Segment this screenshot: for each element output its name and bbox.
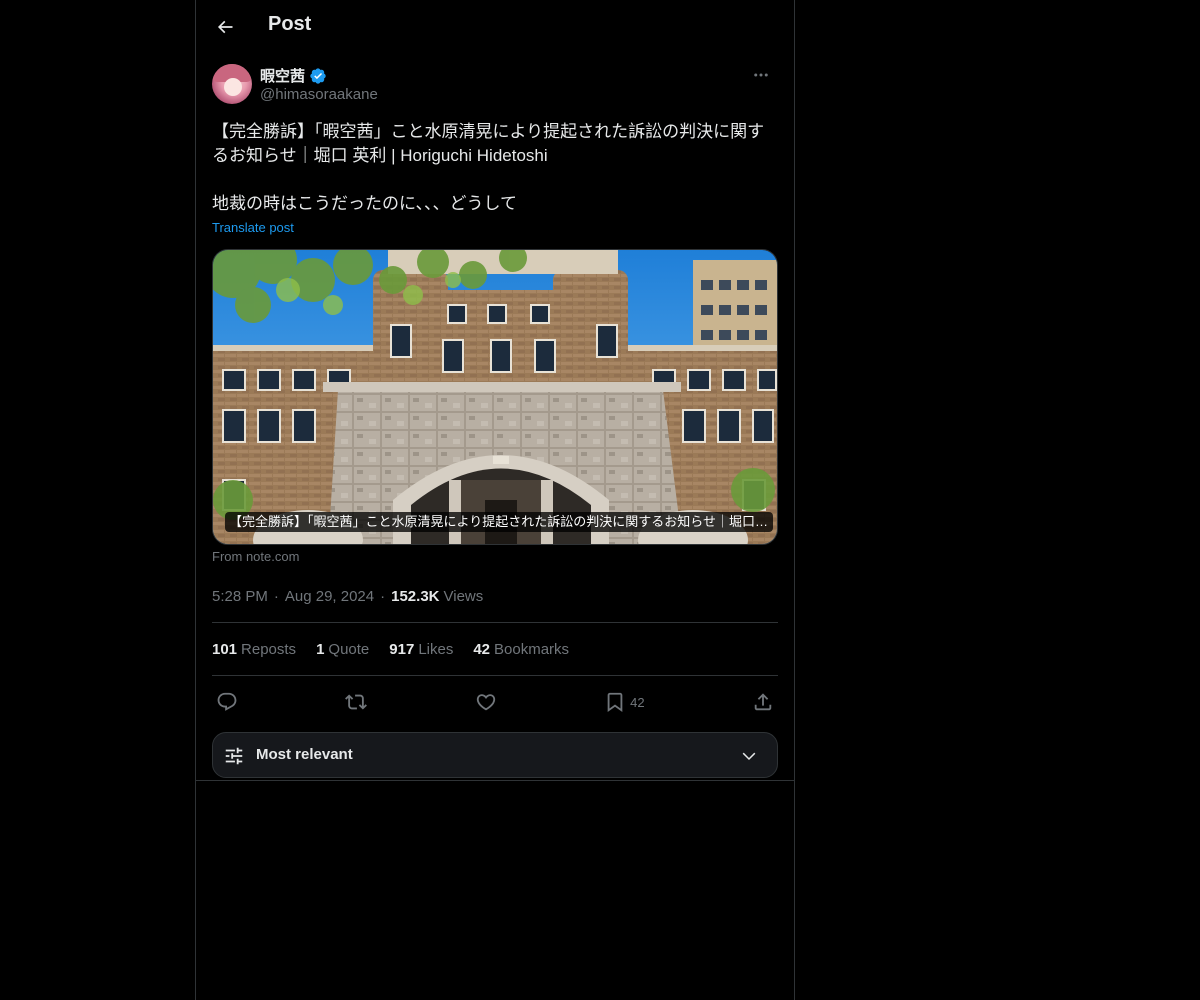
post-time[interactable]: 5:28 PM — [212, 588, 268, 605]
link-card-image — [213, 250, 777, 544]
link-card-caption: 【完全勝訴】「暇空茜」こと水原清晃により提起された訴訟の判決に関するお知らせ｜堀… — [225, 512, 773, 532]
author-handle[interactable]: @himasoraakane — [260, 86, 378, 103]
translate-post-link[interactable]: Translate post — [212, 220, 294, 235]
heart-icon — [476, 694, 495, 711]
author-display-name[interactable]: 暇空茜 — [260, 65, 305, 86]
sort-label: Most relevant — [256, 746, 353, 763]
views-label: Views — [443, 587, 484, 605]
repost-button[interactable] — [345, 691, 368, 713]
top-bar: Post — [196, 0, 794, 53]
reply-icon — [217, 692, 237, 711]
sliders-icon — [225, 747, 243, 765]
share-button[interactable] — [752, 691, 774, 713]
quotes-stat[interactable]: 1 Quote — [316, 641, 369, 658]
repost-icon — [345, 694, 368, 710]
post-text: 【完全勝訴】「暇空茜」こと水原清晃により提起された訴訟の判決に関するお知らせ｜堀… — [212, 120, 778, 216]
action-bar: 42 — [212, 676, 778, 728]
reposts-count: 101 — [212, 640, 238, 658]
link-card[interactable]: 【完全勝訴】「暇空茜」こと水原清晃により提起された訴訟の判決に関するお知らせ｜堀… — [212, 249, 778, 545]
views-count: 152.3K — [391, 587, 440, 605]
reposts-label: Reposts — [241, 640, 297, 658]
bookmarks-count: 42 — [473, 640, 491, 658]
chevron-down-icon — [742, 752, 756, 761]
likes-label: Likes — [418, 640, 454, 658]
meta-separator: · — [380, 587, 386, 605]
reply-sort-dropdown[interactable]: Most relevant — [212, 732, 778, 778]
post-detail: 暇空茜 @himasoraakane 【完全勝訴】「暇空茜」こと水原清晃により提… — [212, 64, 778, 778]
bookmark-count: 42 — [630, 694, 645, 710]
engagement-stats: 101 Reposts 1 Quote 917 Likes 42 Bookmarks — [212, 623, 778, 675]
post-date[interactable]: Aug 29, 2024 — [285, 588, 374, 605]
divider — [196, 780, 794, 781]
more-options-button[interactable] — [744, 64, 778, 86]
reply-button[interactable] — [216, 691, 238, 713]
author-display-name-wrap[interactable]: 暇空茜 — [260, 65, 327, 86]
card-source-link[interactable]: From note.com — [212, 549, 299, 564]
avatar[interactable] — [212, 64, 252, 104]
bookmarks-stat[interactable]: 42 Bookmarks — [473, 641, 569, 658]
post-text-line-1: 【完全勝訴】「暇空茜」こと水原清晃により提起された訴訟の判決に関するお知らせ｜堀… — [212, 122, 765, 165]
bookmark-icon — [607, 692, 623, 713]
likes-count: 917 — [389, 640, 415, 658]
page-title: Post — [268, 13, 312, 35]
like-button[interactable] — [475, 691, 497, 713]
meta-separator: · — [273, 587, 279, 605]
bookmark-button[interactable]: 42 — [604, 691, 645, 713]
quotes-label: Quote — [328, 640, 370, 658]
author-row: 暇空茜 @himasoraakane — [212, 64, 778, 108]
reposts-stat[interactable]: 101 Reposts — [212, 641, 296, 658]
bookmarks-label: Bookmarks — [494, 640, 570, 658]
more-dots-icon — [754, 73, 768, 77]
share-icon — [754, 693, 772, 711]
arrow-left-icon — [217, 20, 233, 34]
verified-badge-icon — [309, 67, 327, 85]
timeline-column: Post 暇空茜 @himasoraakane 【完全勝訴】「暇空茜」こと水原清… — [195, 0, 795, 1000]
quotes-count: 1 — [316, 640, 325, 658]
likes-stat[interactable]: 917 Likes — [389, 641, 453, 658]
post-meta: 5:28 PM · Aug 29, 2024 · 152.3K Views — [212, 584, 778, 608]
back-button[interactable] — [208, 10, 242, 44]
post-text-line-2: 地裁の時はこうだったのに、、、どうして — [212, 194, 517, 213]
